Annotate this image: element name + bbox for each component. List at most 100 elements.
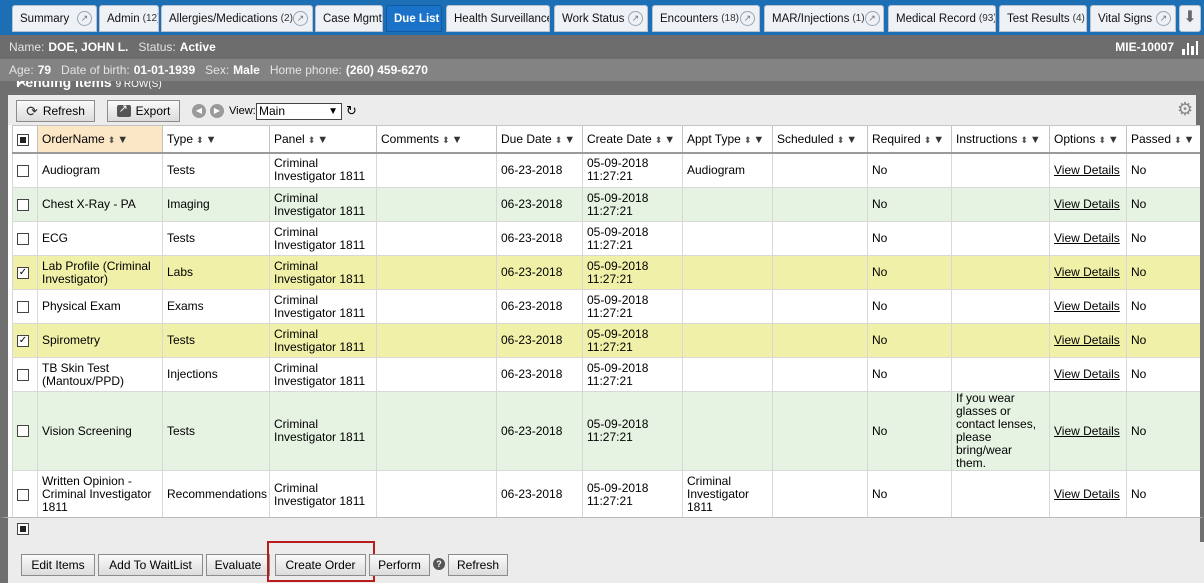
- column-header-appt-type[interactable]: Appt Type ⬍ ▼: [682, 125, 773, 154]
- cell-options[interactable]: View Details: [1049, 357, 1127, 392]
- cell-options[interactable]: View Details: [1049, 187, 1127, 222]
- sort-icon[interactable]: ⬍: [308, 135, 316, 145]
- row-checkbox[interactable]: [17, 164, 29, 177]
- row-select-cell[interactable]: [12, 152, 38, 188]
- column-header-passed[interactable]: Passed ⬍ ▼: [1126, 125, 1200, 154]
- perform-button[interactable]: Perform: [369, 554, 430, 576]
- column-header-instructions[interactable]: Instructions ⬍ ▼: [951, 125, 1050, 154]
- row-checkbox[interactable]: [17, 300, 29, 313]
- column-header-required[interactable]: Required ⬍ ▼: [867, 125, 952, 154]
- row-checkbox[interactable]: [17, 198, 29, 211]
- tab-due-list[interactable]: Due List: [386, 5, 442, 32]
- filter-icon[interactable]: ▼: [452, 134, 463, 146]
- column-header-ordername[interactable]: OrderName ⬍ ▼: [37, 125, 163, 154]
- view-details-link[interactable]: View Details: [1054, 367, 1120, 381]
- row-select-cell[interactable]: ✓: [12, 255, 38, 290]
- filter-icon[interactable]: ▼: [664, 134, 675, 146]
- row-select-cell[interactable]: [12, 470, 38, 517]
- sort-icon[interactable]: ⬍: [655, 135, 663, 145]
- row-checkbox[interactable]: [17, 488, 29, 501]
- next-icon[interactable]: ▶: [210, 104, 224, 118]
- table-row[interactable]: ✓ Spirometry Tests Criminal Investigator 18…: [12, 323, 1200, 358]
- tab-case-mgmt[interactable]: Case Mgmt: [315, 5, 383, 32]
- column-header-comments[interactable]: Comments ⬍ ▼: [376, 125, 497, 154]
- view-details-link[interactable]: View Details: [1054, 424, 1120, 438]
- cell-options[interactable]: View Details: [1049, 152, 1127, 188]
- column-header-type[interactable]: Type ⬍ ▼: [162, 125, 270, 154]
- tab-mar-injections[interactable]: MAR/Injections (1) ↗: [764, 5, 884, 32]
- view-refresh-icon[interactable]: ↻: [346, 103, 357, 119]
- cell-options[interactable]: View Details: [1049, 391, 1127, 471]
- column-header-scheduled[interactable]: Scheduled ⬍ ▼: [772, 125, 868, 154]
- row-select-cell[interactable]: [12, 391, 38, 471]
- add-to-waitlist-button[interactable]: Add To WaitList: [98, 554, 203, 576]
- filter-icon[interactable]: ▼: [564, 134, 575, 146]
- cell-options[interactable]: View Details: [1049, 221, 1127, 256]
- open-icon[interactable]: ↗: [1156, 11, 1171, 26]
- view-details-link[interactable]: View Details: [1054, 231, 1120, 245]
- footer-select-checkbox[interactable]: [17, 523, 29, 535]
- cell-options[interactable]: View Details: [1049, 323, 1127, 358]
- view-select[interactable]: Main ▼: [256, 103, 342, 120]
- filter-icon[interactable]: ▼: [1030, 134, 1041, 146]
- open-icon[interactable]: ↗: [740, 11, 755, 26]
- cell-options[interactable]: View Details: [1049, 470, 1127, 517]
- row-checkbox[interactable]: [17, 368, 29, 381]
- filter-icon[interactable]: ▼: [206, 134, 217, 146]
- help-icon[interactable]: ?: [433, 558, 445, 570]
- sort-icon[interactable]: ⬍: [555, 135, 563, 145]
- open-icon[interactable]: ↗: [628, 11, 643, 26]
- view-details-link[interactable]: View Details: [1054, 333, 1120, 347]
- tab-vital-signs[interactable]: Vital Signs ↗: [1090, 5, 1176, 32]
- row-checkbox[interactable]: [17, 232, 29, 245]
- tab-allergies-medications[interactable]: Allergies/Medications (2) ↗: [161, 5, 313, 32]
- sort-icon[interactable]: ⬍: [196, 135, 204, 145]
- filter-icon[interactable]: ▼: [1108, 134, 1119, 146]
- refresh-bottom-button[interactable]: Refresh: [448, 554, 508, 576]
- row-select-cell[interactable]: [12, 357, 38, 392]
- view-details-link[interactable]: View Details: [1054, 265, 1120, 279]
- tab-medical-record[interactable]: Medical Record(93)◢: [888, 5, 996, 32]
- tabs-scroll-down-icon[interactable]: ⬇: [1179, 5, 1201, 32]
- table-row[interactable]: Chest X-Ray - PA Imaging Criminal Investig…: [12, 187, 1200, 222]
- table-row[interactable]: ECG Tests Criminal Investigator 1811 06-23-…: [12, 221, 1200, 256]
- filter-icon[interactable]: ▼: [846, 134, 857, 146]
- open-icon[interactable]: ↗: [77, 11, 92, 26]
- filter-icon[interactable]: ▼: [933, 134, 944, 146]
- filter-icon[interactable]: ▼: [117, 134, 128, 146]
- row-checkbox[interactable]: [17, 425, 29, 438]
- gear-icon[interactable]: ⚙: [1177, 99, 1193, 120]
- evaluate-button[interactable]: Evaluate: [206, 554, 270, 576]
- open-icon[interactable]: ↗: [293, 11, 308, 26]
- tab-test-results[interactable]: Test Results(4)◢: [999, 5, 1087, 32]
- edit-items-button[interactable]: Edit Items: [21, 554, 95, 576]
- close-icon[interactable]: ✕: [16, 81, 1196, 91]
- sort-icon[interactable]: ⬍: [924, 135, 932, 145]
- view-details-link[interactable]: View Details: [1054, 487, 1120, 501]
- column-header-create-date[interactable]: Create Date ⬍ ▼: [582, 125, 683, 154]
- table-row[interactable]: Written Opinion - Criminal Investigator …: [12, 470, 1200, 517]
- sort-icon[interactable]: ⬍: [1174, 135, 1182, 145]
- column-header-options[interactable]: Options ⬍ ▼: [1049, 125, 1127, 154]
- filter-icon[interactable]: ▼: [1184, 134, 1195, 146]
- column-header-due-date[interactable]: Due Date ⬍ ▼: [496, 125, 583, 154]
- select-all-checkbox[interactable]: [17, 133, 29, 146]
- row-select-cell[interactable]: [12, 221, 38, 256]
- cell-options[interactable]: View Details: [1049, 289, 1127, 324]
- row-select-cell[interactable]: [12, 289, 38, 324]
- previous-icon[interactable]: ◀: [192, 104, 206, 118]
- sort-icon[interactable]: ⬍: [442, 135, 450, 145]
- filter-icon[interactable]: ▼: [317, 134, 328, 146]
- sort-icon[interactable]: ⬍: [1098, 135, 1106, 145]
- column-header-panel[interactable]: Panel ⬍ ▼: [269, 125, 377, 154]
- view-details-link[interactable]: View Details: [1054, 163, 1120, 177]
- row-select-cell[interactable]: [12, 187, 38, 222]
- tab-health-surveillance[interactable]: Health Surveillance◢: [446, 5, 550, 32]
- sort-icon[interactable]: ⬍: [1020, 135, 1028, 145]
- tab-work-status[interactable]: Work Status ↗: [554, 5, 648, 32]
- row-checkbox[interactable]: ✓: [17, 266, 29, 279]
- table-row[interactable]: Audiogram Tests Criminal Investigator 1811…: [12, 152, 1200, 188]
- cell-options[interactable]: View Details: [1049, 255, 1127, 290]
- view-details-link[interactable]: View Details: [1054, 197, 1120, 211]
- table-row[interactable]: Physical Exam Exams Criminal Investigator …: [12, 289, 1200, 324]
